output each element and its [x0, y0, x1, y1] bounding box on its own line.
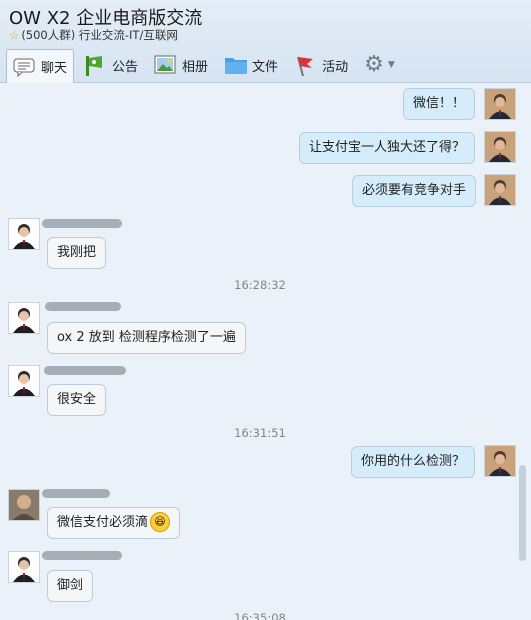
message-bubble[interactable]: 我刚把: [47, 237, 107, 269]
avatar[interactable]: [8, 302, 40, 334]
message-bubble[interactable]: 微信支付必须滴 😆: [47, 507, 181, 539]
message-timestamp: 16:31:51: [234, 426, 286, 440]
chat-icon: [13, 57, 35, 77]
chat-message-area[interactable]: 微信！！ 让支付宝一人独大还了得？ 必须要有竞争对手 我刚把 16:28:32 …: [0, 83, 531, 620]
message-bubble[interactable]: 御剑: [47, 570, 94, 602]
message-timestamp: 16:35:08: [234, 611, 286, 620]
avatar[interactable]: [484, 88, 516, 120]
avatar[interactable]: [484, 131, 516, 163]
flag-icon: [294, 55, 316, 77]
star-icon: ☆: [9, 28, 20, 42]
avatar[interactable]: [8, 551, 40, 583]
avatar[interactable]: [484, 174, 516, 206]
tab-chat[interactable]: 聊天: [6, 48, 75, 84]
message-timestamp: 16:28:32: [234, 278, 286, 292]
blurred-sender-name: [42, 219, 122, 228]
chat-window-header: OW X2 企业电商版交流 ☆ (500人群) 行业交流-IT/互联网 聊天 公告…: [0, 0, 531, 84]
chevron-down-icon: ▼: [387, 60, 395, 70]
gear-icon: ⚙: [364, 52, 384, 77]
tab-files[interactable]: 文件: [218, 49, 284, 81]
blurred-sender-name: [44, 366, 126, 375]
settings-menu-button[interactable]: ⚙ ▼: [358, 49, 401, 81]
grinning-emoji-icon: 😆: [150, 511, 171, 532]
avatar[interactable]: [8, 365, 40, 397]
avatar[interactable]: [8, 489, 40, 521]
group-toolbar: 聊天 公告 相册 文件 活动 ⚙ ▼: [6, 48, 405, 84]
blurred-sender-name: [45, 302, 121, 311]
folder-icon: [224, 55, 248, 75]
group-subtitle: ☆ (500人群) 行业交流-IT/互联网: [9, 28, 178, 42]
avatar[interactable]: [8, 218, 40, 250]
message-bubble[interactable]: 很安全: [47, 384, 107, 416]
message-bubble[interactable]: 微信！！: [403, 88, 476, 120]
announcement-icon: [84, 55, 106, 76]
message-bubble[interactable]: 你用的什么检测？: [351, 446, 476, 478]
blurred-sender-name: [42, 489, 110, 498]
chat-scrollbar[interactable]: [516, 83, 531, 620]
tab-album[interactable]: 相册: [148, 49, 214, 81]
blurred-sender-name: [42, 551, 122, 560]
album-icon: [154, 55, 176, 75]
message-bubble[interactable]: ox 2 放到 检测程序检测了一遍: [47, 322, 246, 354]
message-bubble[interactable]: 必须要有竞争对手: [352, 175, 477, 207]
message-bubble[interactable]: 让支付宝一人独大还了得？: [299, 132, 476, 164]
tab-activity[interactable]: 活动: [288, 49, 354, 81]
tab-announcement[interactable]: 公告: [78, 49, 144, 81]
scrollbar-thumb[interactable]: [519, 465, 526, 561]
avatar[interactable]: [484, 445, 516, 477]
